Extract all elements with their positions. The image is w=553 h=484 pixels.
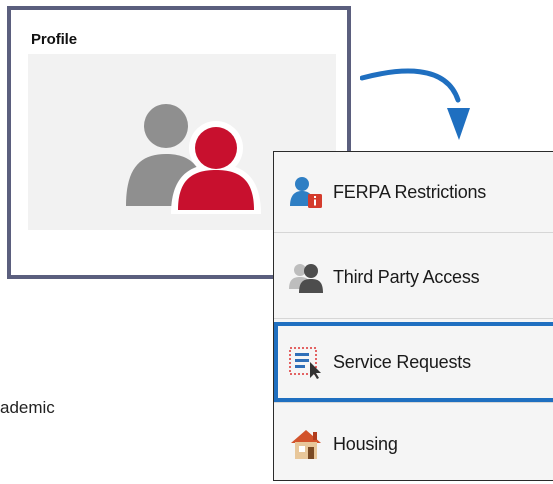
profile-menu: FERPA Restrictions Third Party Access Se… [273, 151, 553, 481]
ferpa-lock-person-icon [288, 174, 324, 210]
menu-item-ferpa-restrictions[interactable]: FERPA Restrictions [274, 152, 553, 232]
menu-item-label: Third Party Access [333, 266, 480, 287]
menu-item-label: FERPA Restrictions [333, 181, 487, 202]
menu-divider [274, 402, 553, 403]
menu-item-label: Housing [333, 433, 398, 454]
service-request-list-icon [288, 344, 324, 380]
curved-arrow-icon [360, 68, 470, 140]
third-party-people-icon [288, 259, 324, 295]
backdrop-text: ademic [0, 398, 55, 417]
menu-item-third-party-access[interactable]: Third Party Access [274, 237, 553, 317]
menu-item-service-requests[interactable]: Service Requests [274, 322, 553, 402]
menu-divider [274, 318, 553, 319]
menu-item-label: Service Requests [333, 351, 471, 372]
house-icon [288, 426, 324, 462]
profile-tile-title: Profile [31, 31, 77, 48]
menu-divider [274, 232, 553, 233]
menu-item-housing[interactable]: Housing [274, 404, 553, 484]
